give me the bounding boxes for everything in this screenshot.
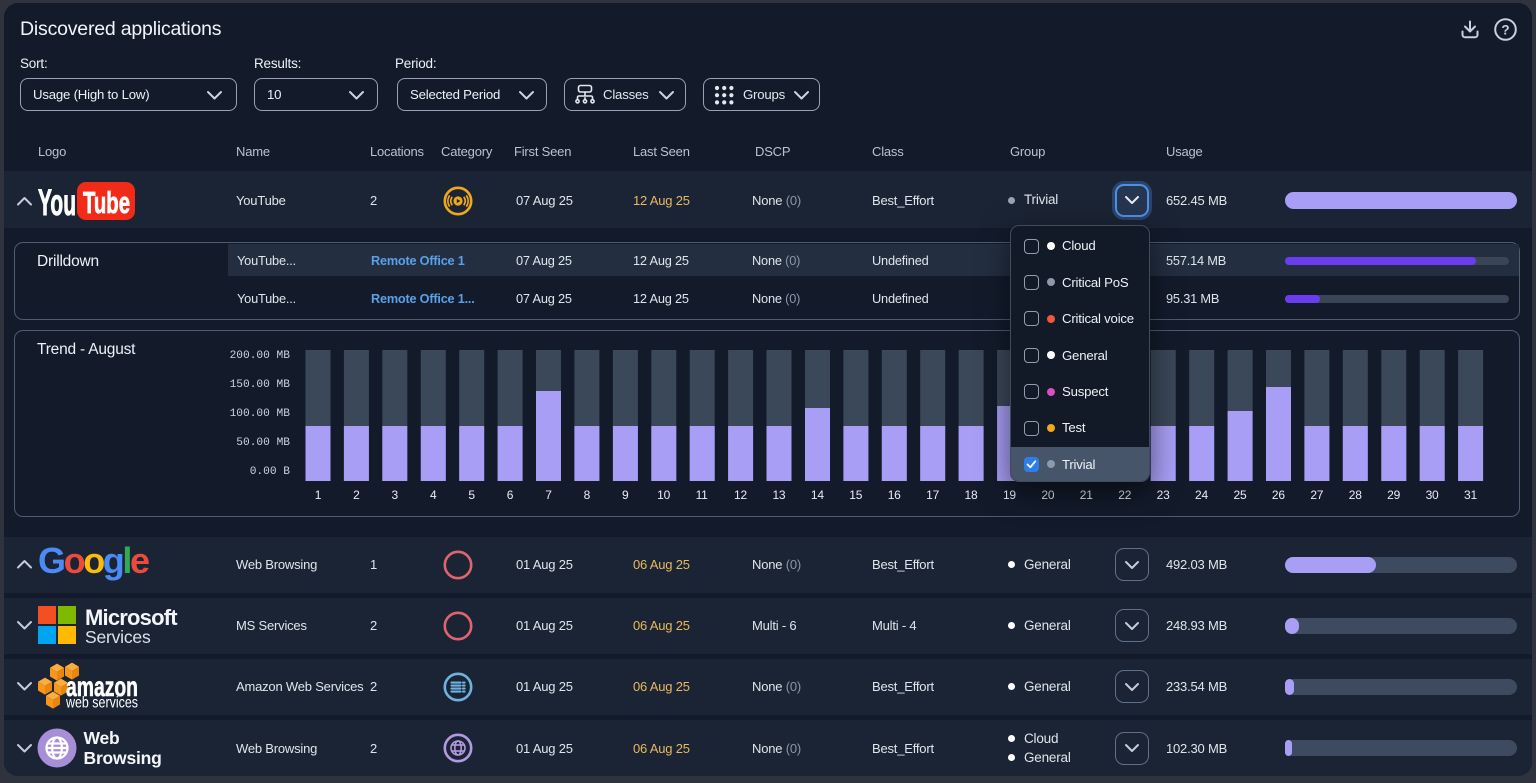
svg-text:web services: web services [66,695,138,712]
